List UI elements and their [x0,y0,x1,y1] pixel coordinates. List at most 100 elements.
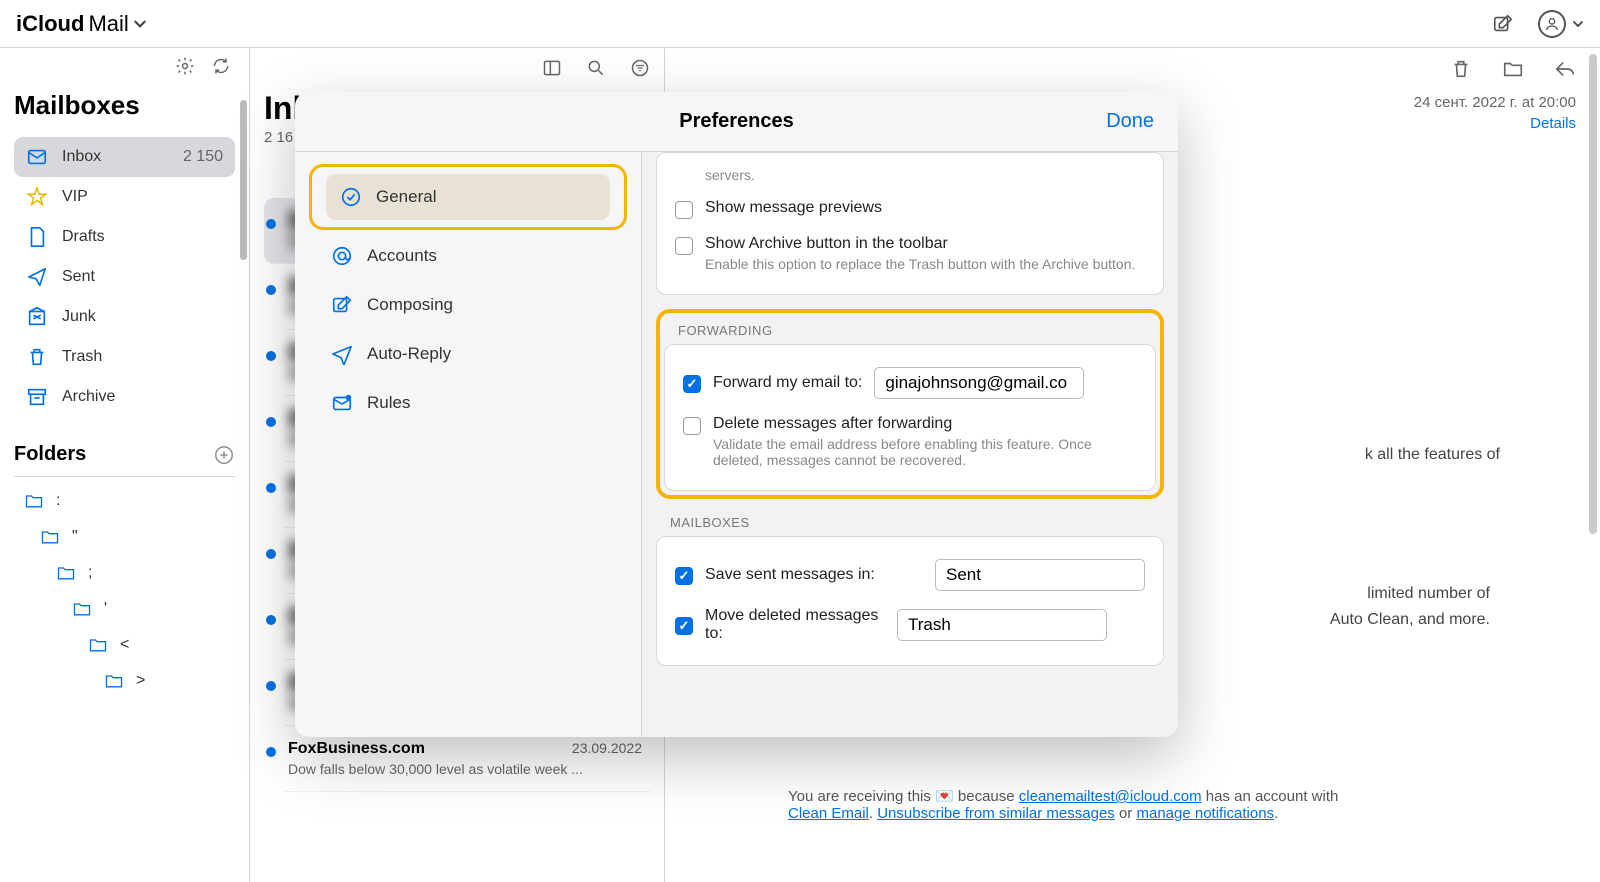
inbox-icon [26,146,48,168]
checkbox-forward[interactable] [683,375,701,393]
section-title: MAILBOXES [656,507,1164,536]
preferences-sidebar: General Accounts Composing Auto-Reply Ru… [295,152,642,737]
forward-email-input[interactable] [874,367,1084,399]
unread-dot [266,285,276,295]
message-preview: Dow falls below 30,000 level as volatile… [288,761,628,777]
folder-item[interactable]: > [14,663,235,699]
preferences-content: servers. Show message previews Show Arch… [642,152,1178,737]
sidebar-item-junk[interactable]: Junk [14,297,235,337]
sidebar-item-inbox[interactable]: Inbox 2 150 [14,137,235,177]
paperplane-icon [26,266,48,288]
preferences-modal: Preferences Done General Accounts Compos… [295,92,1178,737]
folder-label: < [120,636,129,654]
unread-dot [266,549,276,559]
envelope-badge-icon [331,392,353,414]
chevron-down-icon [133,17,147,31]
folder-icon [104,671,124,691]
message-date: 24 сент. 2022 г. at 20:00 [1414,94,1576,111]
sidebar-item-sent[interactable]: Sent [14,257,235,297]
footer-manage-link[interactable]: manage notifications [1136,805,1274,822]
option-label: Show message previews [705,199,882,217]
sidebar-item-archive[interactable]: Archive [14,377,235,417]
folder-item[interactable]: < [14,627,235,663]
footer-email-link[interactable]: cleanemailtest@icloud.com [1019,788,1202,805]
sidebar: Mailboxes Inbox 2 150 VIP Drafts Sent Ju… [0,48,250,882]
folder-item[interactable]: " [14,519,235,555]
folder-icon [88,635,108,655]
unread-dot [266,615,276,625]
tab-general[interactable]: General [326,174,610,220]
search-icon[interactable] [586,58,606,78]
tab-rules[interactable]: Rules [317,380,619,426]
folder-icon [72,599,92,619]
option-label: Show Archive button in the toolbar [705,235,1135,253]
document-icon [26,226,48,248]
account-menu[interactable] [1538,10,1584,38]
sidebar-item-count: 2 150 [183,148,223,166]
compose-icon [331,294,353,316]
help-text: Enable this option to replace the Trash … [705,256,1135,272]
option-label: Save sent messages in: [705,566,923,584]
folder-icon [56,563,76,583]
refresh-icon[interactable] [211,56,231,76]
filter-icon[interactable] [630,58,650,78]
folder-icon [40,527,60,547]
tab-label: Rules [367,393,410,413]
unread-dot [266,483,276,493]
move-deleted-input[interactable] [897,609,1107,641]
at-icon [331,245,353,267]
unread-dot [266,417,276,427]
folder-item[interactable]: : [14,483,235,519]
folder-item[interactable]: ; [14,555,235,591]
done-button[interactable]: Done [1106,110,1154,133]
checkbox-move-deleted[interactable] [675,617,693,635]
message-date: 23.09.2022 [572,740,642,758]
section-title: FORWARDING [664,317,1156,344]
compose-icon[interactable] [1492,13,1514,35]
highlight-marker: General [309,164,627,230]
tab-composing[interactable]: Composing [317,282,619,328]
folder-icon [24,491,44,511]
folder-item[interactable]: ' [14,591,235,627]
airplane-icon [331,343,353,365]
tab-autoreply[interactable]: Auto-Reply [317,331,619,377]
star-icon [26,186,48,208]
avatar-icon [1538,10,1566,38]
message-footer: You are receiving this 💌 because cleanem… [788,787,1338,822]
brand-prefix: iCloud [16,11,84,37]
trash-icon[interactable] [1450,58,1472,80]
save-sent-input[interactable] [935,559,1145,591]
app-header: iCloud Mail [0,0,1600,48]
panel-icon[interactable] [542,58,562,78]
sidebar-item-drafts[interactable]: Drafts [14,217,235,257]
footer-unsub-link[interactable]: Unsubscribe from similar messages [877,805,1115,822]
reply-icon[interactable] [1554,58,1576,80]
footer-clean-email-link[interactable]: Clean Email [788,805,869,822]
trash-icon [26,346,48,368]
body-text-fragment: Auto Clean, and more. [1330,607,1490,633]
help-text: Validate the email address before enabli… [713,436,1137,468]
sidebar-item-label: Sent [62,268,95,286]
sidebar-item-label: Drafts [62,228,105,246]
divider [14,476,235,477]
option-label: Move deleted messages to: [705,607,885,643]
tab-label: Composing [367,295,453,315]
sidebar-item-vip[interactable]: VIP [14,177,235,217]
app-title[interactable]: iCloud Mail [16,11,147,37]
tab-accounts[interactable]: Accounts [317,233,619,279]
scrollbar[interactable] [1589,54,1597,534]
help-text: servers. [675,167,1145,191]
checkbox-archive-toolbar[interactable] [675,237,693,255]
gear-icon[interactable] [175,56,195,76]
move-folder-icon[interactable] [1502,58,1524,80]
checkbox-delete-after-fwd[interactable] [683,417,701,435]
sidebar-item-trash[interactable]: Trash [14,337,235,377]
scrollbar[interactable] [240,100,247,260]
checkbox-save-sent[interactable] [675,567,693,585]
checkbox-previews[interactable] [675,201,693,219]
sidebar-item-label: Archive [62,388,115,406]
tab-label: General [376,187,436,207]
folder-label: ; [88,564,92,582]
add-folder-icon[interactable] [213,444,235,466]
body-text-fragment: k all the features of [1365,442,1500,468]
